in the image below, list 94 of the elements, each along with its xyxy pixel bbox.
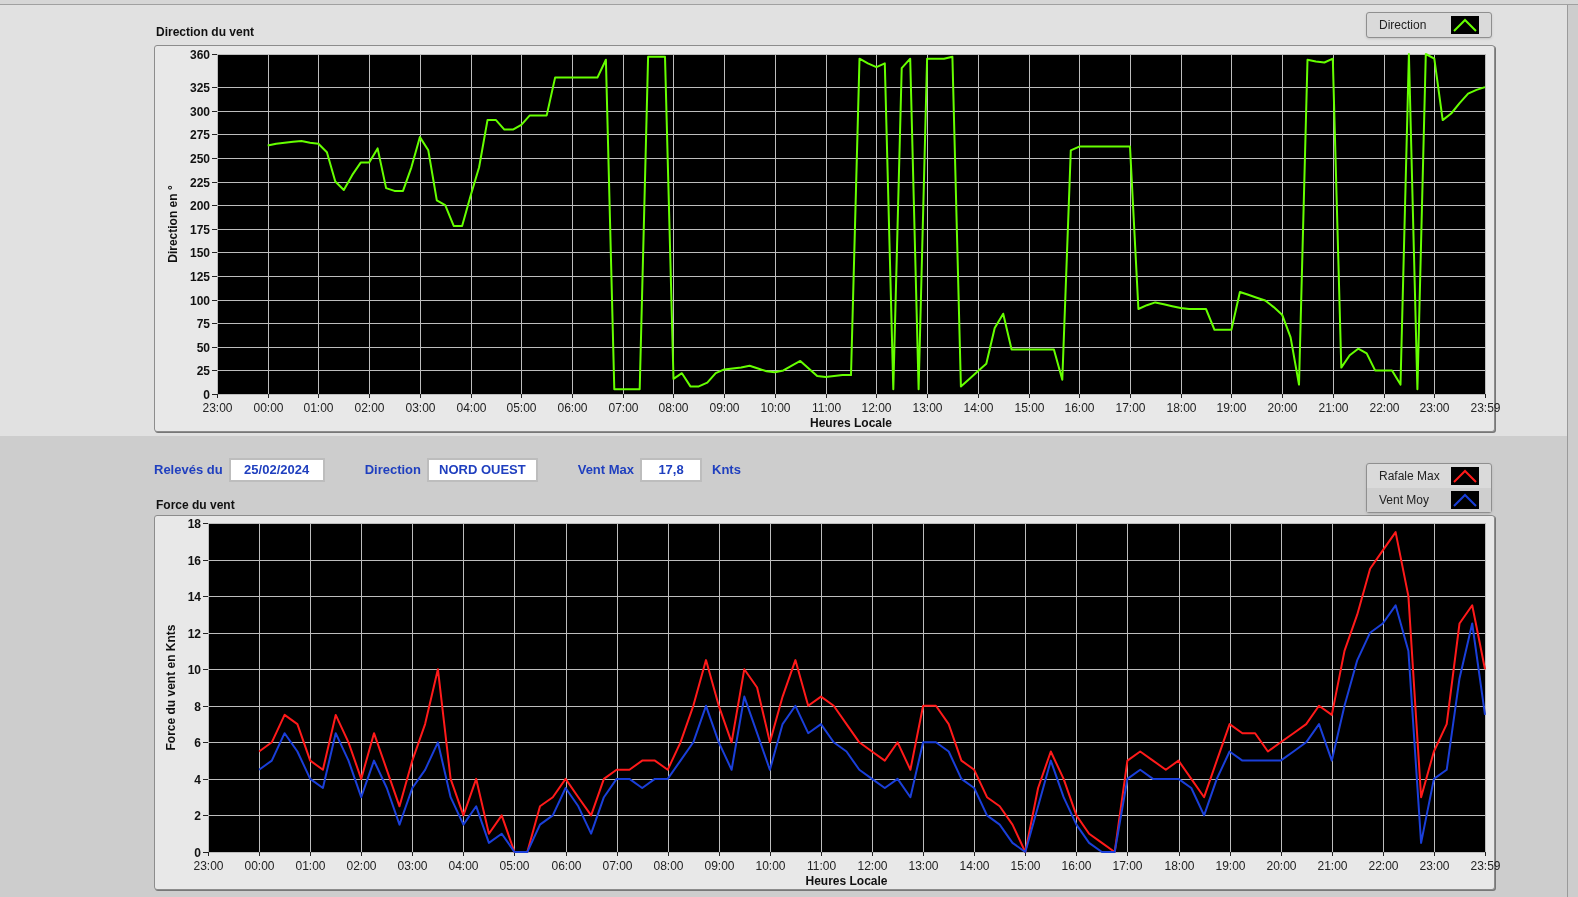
axis-tick-label: 50: [196, 340, 210, 355]
axis-tick-label: 250: [189, 151, 210, 166]
axis-tick-label: 16: [187, 553, 201, 568]
chart-title: Direction du vent: [155, 24, 254, 41]
axis-tick-label: 14:00: [959, 859, 990, 873]
legend-label: Vent Moy: [1379, 492, 1431, 509]
axis-tick-label: 00:00: [253, 401, 284, 415]
axis-tick-label: 12: [187, 626, 201, 641]
axis-tick-label: 18:00: [1164, 859, 1195, 873]
axis-tick-label: 20:00: [1266, 859, 1297, 873]
axis-tick-label: 03:00: [397, 859, 428, 873]
axis-tick-label: 21:00: [1317, 859, 1348, 873]
axis-tick-label: 2: [194, 808, 201, 823]
axis-tick-label: 125: [189, 269, 210, 284]
axis-tick-label: 09:00: [709, 401, 740, 415]
axis-tick-label: 06:00: [557, 401, 588, 415]
axis-tick-label: 07:00: [608, 401, 639, 415]
axis-tick-label: 0: [194, 845, 201, 860]
axis-tick-label: 325: [189, 80, 210, 95]
value-field: 17,8: [640, 458, 703, 482]
value-field: 25/02/2024: [228, 458, 325, 482]
unit-label: Knts: [712, 461, 741, 480]
axis-tick-label: 75: [196, 316, 210, 331]
axis-tick-label: 05:00: [506, 401, 537, 415]
axis-tick-label: 300: [189, 104, 210, 119]
axis-tick-label: 04:00: [456, 401, 487, 415]
legend-swatch-icon: [1451, 16, 1479, 34]
axis-tick-label: 225: [189, 175, 210, 190]
axis-tick-label: 13:00: [908, 859, 939, 873]
axis-tick-label: 03:00: [405, 401, 436, 415]
axis-tick-label: 11:00: [806, 859, 837, 873]
axis-tick-label: 08:00: [658, 401, 689, 415]
axis-tick-label: 14: [187, 589, 201, 604]
axis-tick-label: 12:00: [857, 859, 888, 873]
axis-tick-label: 01:00: [295, 859, 326, 873]
axis-tick-label: 19:00: [1215, 859, 1246, 873]
axis-tick-label: 10:00: [755, 859, 786, 873]
legend-label: Direction: [1379, 17, 1428, 34]
field-label: Relevés du: [154, 461, 223, 480]
axis-tick-label: 16:00: [1064, 401, 1095, 415]
axis-tick-label: 08:00: [653, 859, 684, 873]
field-label: Vent Max: [577, 461, 635, 480]
axis-tick-label: 12:00: [861, 401, 892, 415]
axis-tick-label: 07:00: [602, 859, 633, 873]
axis-tick-label: 16:00: [1061, 859, 1092, 873]
axis-tick-label: 23:00: [193, 859, 224, 873]
axis-tick-label: 22:00: [1369, 401, 1400, 415]
axis-tick-label: 100: [189, 293, 210, 308]
axis-tick-label: 275: [189, 127, 210, 142]
axis-tick-label: 11:00: [811, 401, 842, 415]
axis-tick-label: 21:00: [1318, 401, 1349, 415]
axis-tick-label: 175: [189, 222, 210, 237]
axis-tick-label: 06:00: [551, 859, 582, 873]
axis-tick-label: 17:00: [1112, 859, 1143, 873]
axis-tick-label: 05:00: [499, 859, 530, 873]
axis-tick-label: 4: [194, 772, 201, 787]
legend-label: Rafale Max: [1379, 468, 1441, 485]
axis-tick-label: 6: [194, 735, 201, 750]
axis-tick-label: 0: [203, 387, 210, 402]
axis-tick-label: 150: [189, 245, 210, 260]
axis-tick-label: 15:00: [1014, 401, 1045, 415]
axis-tick-label: 23:00: [1419, 401, 1450, 415]
axis-tick-label: 02:00: [346, 859, 377, 873]
axis-tick-label: 17:00: [1115, 401, 1146, 415]
axis-tick-label: 19:00: [1216, 401, 1247, 415]
axis-tick-label: 14:00: [963, 401, 994, 415]
axis-title: Heures Locale: [810, 416, 892, 430]
axis-tick-label: 10: [187, 662, 201, 677]
axis-tick-label: 23:00: [1419, 859, 1450, 873]
axis-tick-label: 10:00: [760, 401, 791, 415]
axis-title: Force du vent en Knts: [164, 624, 178, 751]
axis-tick-label: 04:00: [448, 859, 479, 873]
legend-swatch-icon: [1451, 491, 1479, 509]
axis-title: Heures Locale: [805, 874, 888, 888]
axis-tick-label: 15:00: [1010, 859, 1041, 873]
field-label: Direction: [364, 461, 421, 480]
axis-tick-label: 09:00: [704, 859, 735, 873]
axis-tick-label: 22:00: [1368, 859, 1399, 873]
axis-tick-label: 02:00: [354, 401, 385, 415]
axis-tick-label: 20:00: [1267, 401, 1298, 415]
axis-tick-label: 00:00: [244, 859, 275, 873]
axis-tick-label: 18:00: [1166, 401, 1197, 415]
axis-tick-label: 360: [189, 47, 210, 62]
axis-tick-label: 23:00: [202, 401, 233, 415]
value-field: NORD OUEST: [427, 458, 538, 482]
axis-title: Direction en °: [166, 185, 180, 263]
axis-tick-label: 25: [196, 363, 210, 378]
axis-tick-label: 8: [194, 699, 201, 714]
chart-title: Force du vent: [155, 497, 236, 514]
axis-tick-label: 18: [187, 516, 201, 531]
axis-tick-label: 200: [189, 198, 210, 213]
axis-tick-label: 01:00: [303, 401, 334, 415]
legend-swatch-icon: [1451, 467, 1479, 485]
axis-tick-label: 13:00: [912, 401, 943, 415]
